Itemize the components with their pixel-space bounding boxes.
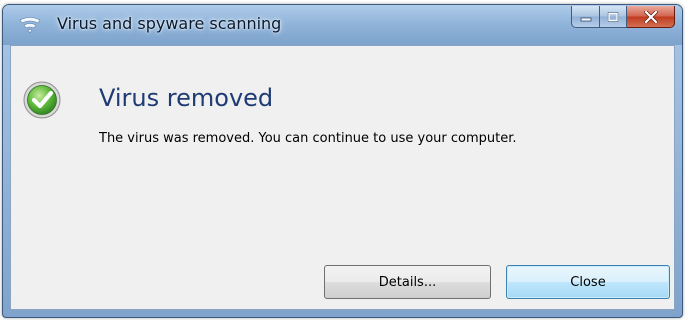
minimize-icon — [580, 17, 591, 21]
shield-wifi-icon — [19, 17, 41, 33]
title-bar[interactable]: Virus and spyware scanning — [3, 5, 682, 45]
maximize-icon — [607, 11, 619, 22]
close-icon — [643, 10, 658, 23]
window-close-button[interactable] — [627, 6, 675, 28]
minimize-button[interactable] — [571, 6, 600, 28]
details-button[interactable]: Details... — [324, 265, 491, 299]
close-button[interactable]: Close — [506, 265, 670, 299]
window-title: Virus and spyware scanning — [57, 14, 282, 33]
dialog-heading: Virus removed — [99, 84, 274, 112]
dialog-message: The virus was removed. You can continue … — [99, 131, 517, 146]
dialog-content: Virus removed The virus was removed. You… — [10, 45, 675, 310]
check-circle-icon — [23, 81, 61, 119]
dialog-window: Virus and spyware scanning Virus removed… — [2, 4, 683, 318]
maximize-button[interactable] — [600, 6, 627, 28]
caption-buttons — [571, 6, 675, 28]
